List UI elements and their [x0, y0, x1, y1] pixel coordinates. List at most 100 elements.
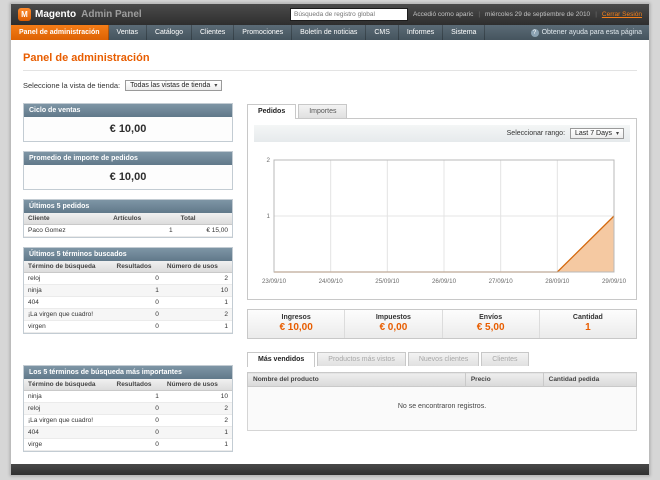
cell: 0	[112, 272, 163, 285]
cell: 10	[162, 390, 232, 403]
table-row[interactable]: reloj 0 2	[24, 402, 232, 415]
cell: Paco Gomez	[24, 224, 110, 237]
col-header: Número de usos	[162, 261, 232, 273]
panel-last-orders: Últimos 5 pedidos Cliente Artículos Tota…	[23, 199, 233, 238]
cell: ¡La virgen que cuadro!	[24, 414, 113, 427]
col-header: Artículos	[109, 213, 177, 225]
nav-item-dashboard[interactable]: Panel de administración	[11, 25, 109, 40]
svg-text:29/09/10: 29/09/10	[602, 278, 627, 285]
col-header: Precio	[464, 372, 544, 387]
stat-envios: Envíos € 5,00	[441, 310, 539, 338]
chart-panel: Seleccionar rango: Last 7 Days ▾ 23/09/1…	[247, 118, 637, 300]
dashboard-main: Pedidos Importes Seleccionar rango: Last…	[247, 103, 638, 431]
stat-ingresos-label: Ingresos	[281, 314, 311, 321]
orders-area-chart: 23/09/10 24/09/10 25/09/10 26/09/10 27/09/10…	[262, 157, 627, 285]
tab-importes[interactable]: Importes	[298, 104, 348, 118]
dashboard-content: Panel de administración Seleccione la vi…	[11, 40, 649, 464]
tab-mas-vendidos[interactable]: Más vendidos	[247, 352, 316, 367]
store-view-select[interactable]: Todas las vistas de tienda ▾	[125, 80, 223, 91]
cell: 1	[109, 224, 177, 237]
nav-item-catalogo[interactable]: Catálogo	[147, 25, 192, 40]
brand-subtitle: Admin Panel	[81, 9, 142, 20]
chart-tabs: Pedidos Importes	[247, 103, 637, 119]
nav-item-ventas[interactable]: Ventas	[109, 25, 147, 40]
cell: 404	[24, 426, 113, 439]
panel-lifetime-sales: Ciclo de ventas € 10,00	[23, 103, 233, 142]
logout-link[interactable]: Cerrar Sesión	[602, 11, 642, 18]
page-title: Panel de administración	[23, 52, 150, 64]
table-row[interactable]: ninja 1 10	[24, 284, 232, 297]
table-row[interactable]: reloj 0 2	[24, 272, 232, 285]
nav-item-informes[interactable]: Informes	[399, 25, 444, 40]
products-grid: Nombre del producto Precio Cantidad pedi…	[247, 372, 638, 387]
nav-item-boletin[interactable]: Boletín de noticias	[292, 25, 367, 40]
cell: 1	[162, 296, 232, 309]
cell: 404	[24, 296, 113, 309]
brand-name: Magento	[35, 9, 77, 20]
table-row[interactable]: ¡La virgen que cuadro! 0 2	[24, 308, 232, 321]
chevron-down-icon: ▾	[214, 83, 218, 89]
svg-text:2: 2	[267, 157, 271, 164]
range-value: Last 7 Days	[575, 130, 612, 137]
tab-productos-mas-vistos[interactable]: Productos más vistos	[317, 352, 406, 366]
panel-last-search-title: Últimos 5 términos buscados	[24, 248, 232, 261]
table-row[interactable]: virge 0 1	[24, 438, 232, 451]
lifetime-sales-value: € 10,00	[24, 117, 232, 141]
separator: |	[595, 11, 597, 18]
table-row[interactable]: ¡La virgen que cuadro! 0 2	[24, 414, 232, 427]
panel-last-search-terms: Últimos 5 términos buscados Término de b…	[23, 247, 233, 334]
svg-text:26/09/10: 26/09/10	[432, 278, 457, 285]
cell: reloj	[24, 272, 113, 285]
cell: 2	[162, 402, 232, 415]
svg-text:25/09/10: 25/09/10	[375, 278, 400, 285]
cell: 1	[162, 438, 232, 451]
col-header: Término de búsqueda	[24, 261, 113, 273]
store-view-label: Seleccione la vista de tienda:	[23, 81, 121, 90]
help-link[interactable]: ? Obtener ayuda para esta página	[524, 25, 649, 40]
table-row[interactable]: ninja 1 10	[24, 390, 232, 403]
stat-envios-label: Envíos	[479, 314, 503, 321]
svg-text:24/09/10: 24/09/10	[319, 278, 344, 285]
empty-records-message: No se encontraron registros.	[247, 387, 637, 431]
nav-item-cms[interactable]: CMS	[366, 25, 399, 40]
svg-text:23/09/10: 23/09/10	[262, 278, 287, 285]
tab-pedidos[interactable]: Pedidos	[247, 104, 297, 119]
table-row[interactable]: Paco Gomez 1 € 15,00	[24, 224, 232, 237]
cell: 2	[162, 272, 232, 285]
cell: virgen	[24, 320, 113, 333]
cell: 0	[112, 402, 163, 415]
range-bar: Seleccionar rango: Last 7 Days ▾	[254, 125, 630, 142]
table-row[interactable]: 404 0 1	[24, 296, 232, 309]
cell: 10	[162, 284, 232, 297]
cell: virge	[24, 438, 113, 451]
cell: ¡La virgen que cuadro!	[24, 308, 113, 321]
tab-clientes[interactable]: Clientes	[481, 352, 529, 366]
stat-envios-value: € 5,00	[476, 322, 505, 333]
stat-impuestos-label: Impuestos	[375, 314, 411, 321]
last-search-table: Término de búsqueda Resultados Número de…	[24, 261, 232, 333]
cell: 2	[162, 308, 232, 321]
tab-nuevos-clientes[interactable]: Nuevos clientes	[407, 352, 480, 366]
global-search-input[interactable]	[289, 8, 408, 21]
cell: € 15,00	[176, 224, 232, 237]
col-header: Total	[176, 213, 232, 225]
cell: 0	[112, 438, 163, 451]
range-select[interactable]: Last 7 Days ▾	[570, 128, 624, 139]
header-right-area: Accedió como aparic | miércoles 29 de se…	[289, 8, 642, 21]
header-bar: M Magento Admin Panel Accedió como apari…	[11, 4, 649, 25]
nav-item-promociones[interactable]: Promociones	[234, 25, 293, 40]
table-row[interactable]: 404 0 1	[24, 426, 232, 439]
brand-area: M Magento Admin Panel	[18, 8, 142, 21]
dashboard-sidebar: Ciclo de ventas € 10,00 Promedio de impo…	[23, 103, 233, 452]
nav-item-sistema[interactable]: Sistema	[443, 25, 486, 40]
col-header: Resultados	[112, 261, 163, 273]
nav-item-clientes[interactable]: Clientes	[192, 25, 235, 40]
stat-cantidad-label: Cantidad	[572, 314, 603, 321]
cell: 1	[162, 320, 232, 333]
cell: 0	[112, 426, 163, 439]
totals-bar: Ingresos € 10,00 Impuestos € 0,00 Envíos…	[247, 309, 637, 339]
table-row[interactable]: virgen 0 1	[24, 320, 232, 333]
title-divider	[23, 70, 637, 71]
store-view-switcher: Seleccione la vista de tienda: Todas las…	[23, 80, 637, 91]
magento-admin-window: M Magento Admin Panel Accedió como apari…	[10, 3, 650, 476]
